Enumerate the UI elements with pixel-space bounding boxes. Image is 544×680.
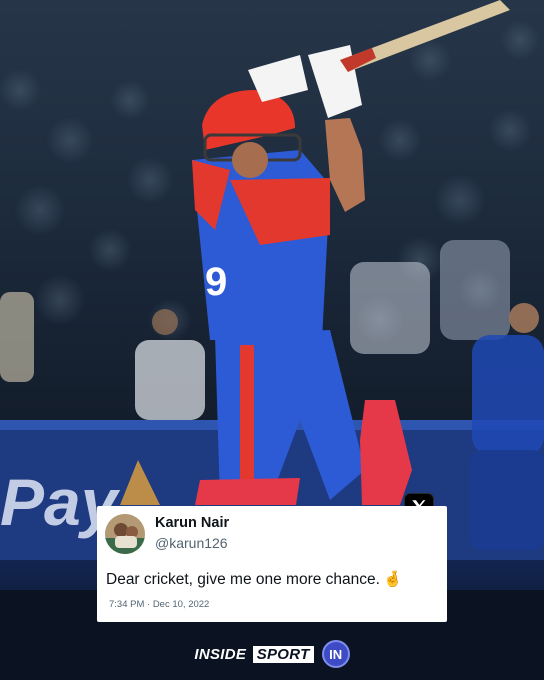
jersey-number: 9 <box>205 260 227 304</box>
avatar <box>105 514 145 554</box>
brand-bar: INSIDE SPORT IN <box>0 628 544 680</box>
brand-logo-text: IN <box>329 646 343 662</box>
display-name: Karun Nair <box>155 515 230 531</box>
tweet-card: Karun Nair @karun126 Dear cricket, give … <box>97 506 447 622</box>
tweet-body: Dear cricket, give me one more chance. <box>106 571 380 588</box>
crossed-fingers-icon: 🤞 <box>382 570 403 588</box>
tweet-timestamp: 7:34 PM · Dec 10, 2022 <box>109 599 210 610</box>
tweet-text: Dear cricket, give me one more chance. 🤞 <box>106 570 402 589</box>
brand-wordmark: INSIDE SPORT <box>194 645 314 663</box>
brand-logo-icon: IN <box>321 640 350 668</box>
brand-name-part1: INSIDE <box>194 645 247 663</box>
fielder <box>470 303 544 550</box>
user-handle: @karun126 <box>155 535 228 551</box>
brand-name-part2: SPORT <box>252 645 314 663</box>
